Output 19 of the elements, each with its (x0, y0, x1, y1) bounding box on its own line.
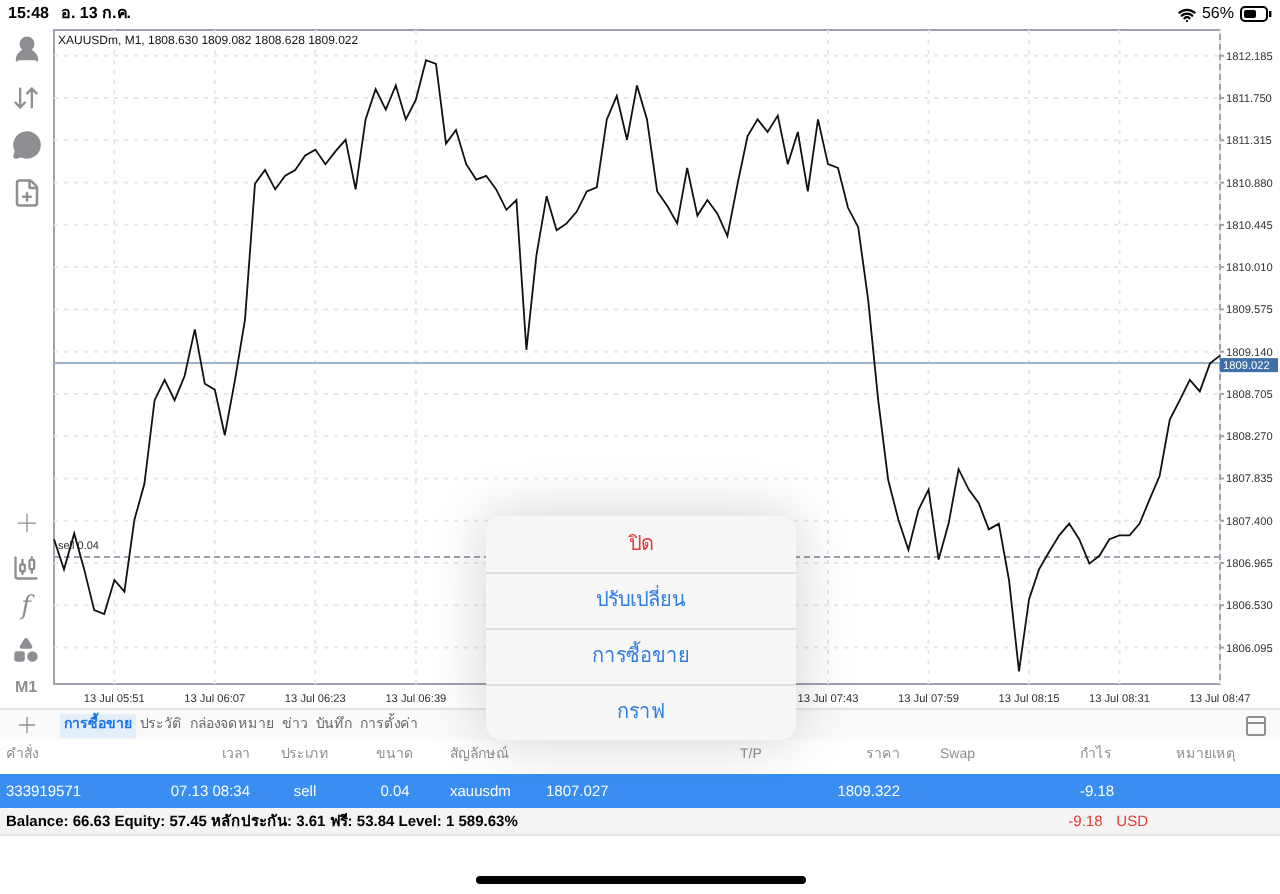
timeframe-button[interactable]: M1 (14, 680, 38, 696)
layout-icon[interactable] (1244, 713, 1268, 737)
account-icon[interactable] (11, 34, 41, 64)
new-order-icon[interactable] (11, 178, 41, 208)
battery-icon (1240, 6, 1272, 22)
menu-item[interactable]: กราฟ (486, 684, 796, 740)
menu-item[interactable]: การซื้อขาย (486, 628, 796, 684)
menu-item[interactable]: ปิด (486, 516, 796, 572)
shapes-icon[interactable] (12, 636, 40, 664)
wifi-icon (1177, 5, 1196, 23)
indicator-button[interactable]: f (21, 594, 31, 620)
transfer-icon[interactable] (12, 84, 40, 112)
candlestick-icon[interactable] (12, 554, 40, 582)
add-icon[interactable] (14, 712, 40, 738)
menu-item[interactable]: ปรับเปลี่ยน (486, 572, 796, 628)
chat-icon[interactable] (11, 130, 41, 160)
status-time: 15:48 (8, 2, 49, 26)
status-date: อ. 13 ก.ค. (60, 2, 131, 26)
battery-percent: 56% (1201, 2, 1234, 26)
